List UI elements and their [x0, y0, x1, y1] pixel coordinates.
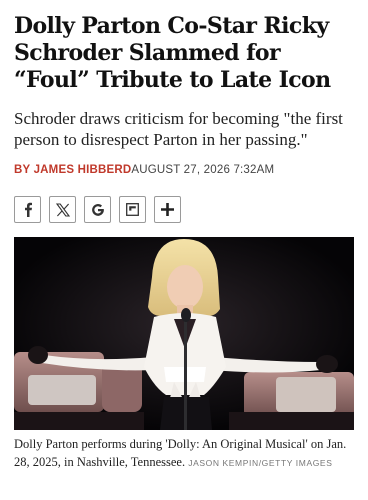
- more-share-button[interactable]: [154, 196, 181, 223]
- google-share-button[interactable]: [84, 196, 111, 223]
- plus-icon: [161, 203, 174, 216]
- x-icon: [55, 202, 70, 217]
- facebook-share-button[interactable]: [14, 196, 41, 223]
- photo-credit: JASON KEMPIN/GETTY IMAGES: [188, 458, 333, 468]
- x-share-button[interactable]: [49, 196, 76, 223]
- article-headline: Dolly Parton Co-Star Ricky Schroder Slam…: [14, 13, 331, 93]
- flipboard-icon: [126, 203, 139, 216]
- photo-caption: Dolly Parton performs during 'Dolly: An …: [14, 435, 354, 472]
- flipboard-share-button[interactable]: [119, 196, 146, 223]
- facebook-icon: [24, 202, 32, 217]
- share-bar: [14, 196, 181, 223]
- article-dek: Schroder draws criticism for becoming "t…: [14, 109, 343, 149]
- publish-date: AUGUST 27, 2026 7:32AM: [131, 164, 275, 176]
- google-icon: [91, 203, 104, 216]
- article-photo[interactable]: [14, 237, 354, 430]
- author-link[interactable]: BY JAMES HIBBERD: [14, 164, 131, 176]
- byline: BY JAMES HIBBERDAUGUST 27, 2026 7:32AM: [14, 164, 354, 176]
- stage-photo: [14, 237, 354, 430]
